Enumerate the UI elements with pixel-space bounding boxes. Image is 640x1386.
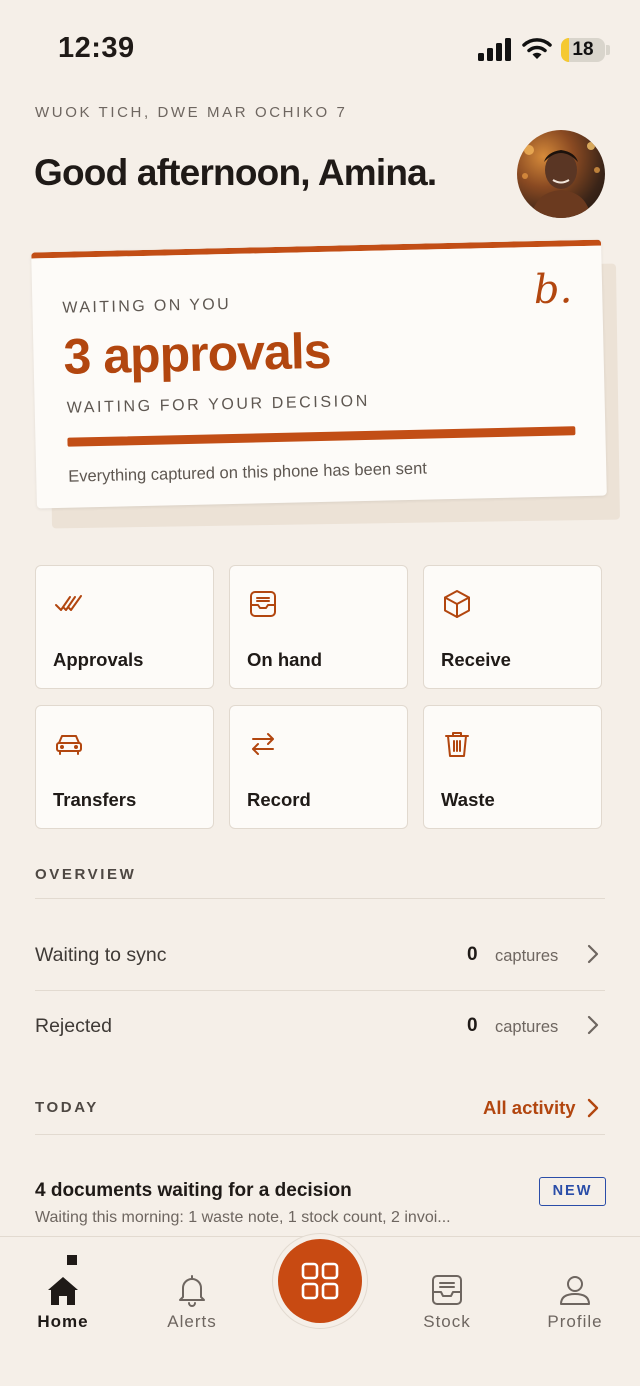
person-icon — [560, 1276, 590, 1305]
row-count: 0 — [467, 1015, 478, 1036]
menu-fab-button[interactable] — [278, 1239, 362, 1323]
on-hand-tile[interactable]: On hand — [229, 565, 408, 689]
box-icon — [444, 590, 470, 618]
inbox-tray-icon — [250, 591, 276, 617]
row-label: Rejected — [35, 1015, 112, 1037]
approvals-card[interactable]: WAITING ON YOU b. 3 approvals WAITING FO… — [31, 239, 607, 509]
bell-icon — [179, 1275, 205, 1307]
active-indicator — [67, 1255, 77, 1265]
wifi-icon — [522, 38, 552, 59]
chevron-right-icon — [587, 944, 599, 964]
row-unit: captures — [495, 1018, 559, 1036]
activity-title: 4 documents waiting for a decision — [35, 1180, 352, 1201]
trash-icon — [445, 732, 469, 757]
tab-alerts[interactable]: Alerts — [137, 1237, 247, 1337]
tab-profile-label: Profile — [547, 1312, 603, 1331]
date-label: WUOK TICH, DWE MAR OCHIKO 7 — [35, 104, 348, 121]
today-heading: TODAY — [35, 1099, 99, 1116]
tab-stock[interactable]: Stock — [392, 1237, 502, 1337]
divider — [35, 898, 605, 899]
grid-icon — [301, 1262, 339, 1300]
new-badge: NEW — [539, 1177, 606, 1206]
brand-logo: b. — [533, 266, 573, 314]
waste-tile[interactable]: Waste — [423, 705, 602, 829]
record-tile[interactable]: Record — [229, 705, 408, 829]
chevron-right-icon — [587, 1015, 599, 1035]
tab-home[interactable]: Home — [8, 1237, 118, 1337]
divider — [35, 990, 605, 991]
tab-home-label: Home — [37, 1312, 89, 1331]
status-bar: 12:39 18 — [0, 0, 640, 100]
swap-arrows-icon — [252, 733, 274, 755]
battery-indicator: 18 — [561, 38, 605, 62]
card-progress-bar — [67, 426, 576, 447]
transfers-tile[interactable]: Transfers — [35, 705, 214, 829]
approvals-count-title: 3 approvals — [62, 322, 332, 385]
tab-stock-label: Stock — [423, 1312, 471, 1331]
row-unit: captures — [495, 947, 559, 965]
receive-tile-label: Receive — [441, 649, 511, 670]
status-time: 12:39 — [58, 32, 135, 64]
battery-cap — [606, 45, 610, 55]
approvals-tile[interactable]: Approvals — [35, 565, 214, 689]
approvals-tile-label: Approvals — [53, 649, 144, 670]
inbox-tray-icon — [432, 1275, 462, 1305]
car-icon — [56, 735, 82, 755]
overview-heading: OVERVIEW — [35, 866, 137, 883]
home-icon — [48, 1277, 78, 1305]
greeting-title: Good afternoon, Amina. — [34, 152, 437, 193]
cellular-signal-icon — [478, 38, 511, 61]
all-activity-label: All activity — [483, 1097, 576, 1118]
row-count: 0 — [467, 944, 478, 965]
waste-tile-label: Waste — [441, 789, 495, 810]
receive-tile[interactable]: Receive — [423, 565, 602, 689]
avatar[interactable] — [517, 130, 605, 218]
transfers-tile-label: Transfers — [53, 789, 137, 810]
tab-profile[interactable]: Profile — [520, 1237, 630, 1337]
double-check-icon — [55, 595, 82, 611]
battery-percent: 18 — [572, 39, 594, 60]
row-label: Waiting to sync — [35, 944, 167, 966]
tab-alerts-label: Alerts — [167, 1312, 217, 1331]
card-subtitle: WAITING FOR YOUR DECISION — [66, 392, 371, 417]
record-tile-label: Record — [247, 789, 311, 810]
on-hand-tile-label: On hand — [247, 649, 323, 670]
divider — [35, 1134, 605, 1135]
activity-subtitle: Waiting this morning: 1 waste note, 1 st… — [35, 1209, 451, 1226]
tab-bar: Home Alerts Stock Profile — [0, 1233, 640, 1386]
sync-note: Everything captured on this phone has be… — [68, 459, 428, 486]
card-kicker: WAITING ON YOU — [62, 295, 232, 317]
chevron-right-icon — [587, 1098, 599, 1118]
avatar-portrait — [522, 142, 600, 218]
